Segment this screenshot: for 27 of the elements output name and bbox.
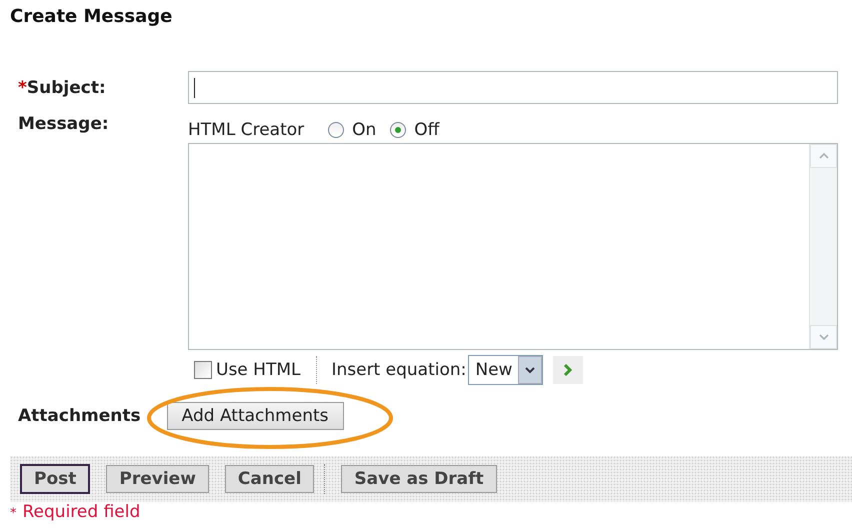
form-button[interactable]: Preview [106, 465, 209, 493]
attachments-label: Attachments [18, 406, 141, 426]
insert-equation-label: Insert equation: [331, 360, 466, 380]
form-button[interactable]: Save as Draft [341, 465, 497, 493]
radio-label: Off [414, 120, 440, 140]
add-attachments-button[interactable]: Add Attachments [166, 402, 344, 430]
page-title: Create Message [9, 5, 174, 27]
radio-button[interactable] [390, 122, 406, 138]
scroll-up-icon [818, 152, 830, 160]
required-mark: * [18, 78, 27, 98]
use-html-label: Use HTML [216, 360, 300, 380]
message-label: Message: [18, 114, 109, 134]
subject-field[interactable] [188, 71, 838, 104]
scroll-down-icon [818, 333, 830, 341]
equation-dropdown[interactable]: New [468, 355, 544, 385]
radio-label: On [352, 120, 376, 140]
subject-label: Subject: [26, 78, 106, 98]
chevron-right-icon [563, 363, 574, 377]
html-creator-label: HTML Creator [188, 120, 304, 140]
scrollbar[interactable] [809, 144, 837, 349]
required-field-note: Required field [22, 502, 140, 522]
required-mark: * [10, 506, 16, 521]
go-button[interactable] [553, 356, 584, 384]
form-button[interactable]: Post [20, 464, 90, 494]
form-button[interactable]: Cancel [224, 465, 314, 493]
use-html-checkbox[interactable] [194, 361, 212, 379]
radio-button[interactable] [328, 122, 344, 138]
